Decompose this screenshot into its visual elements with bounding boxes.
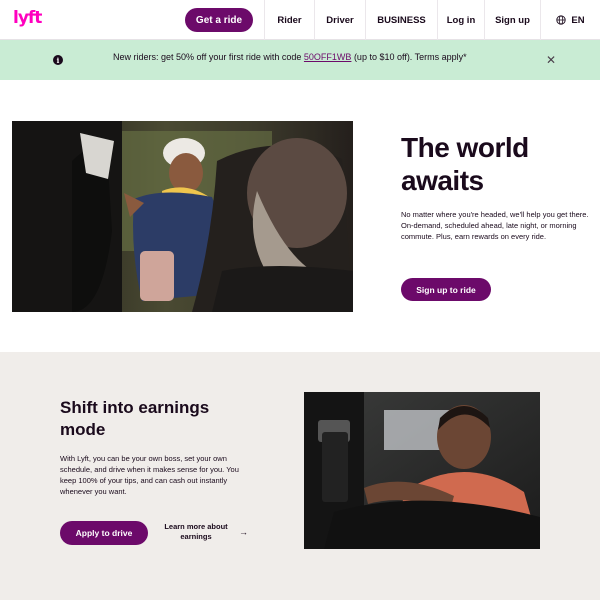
driver-section-description: With Lyft, you can be your own boss, set… xyxy=(60,454,239,496)
nav-business[interactable]: BUSINESS xyxy=(365,0,437,40)
sign-up-to-ride-button[interactable]: Sign up to ride xyxy=(401,278,491,301)
driver-section: Shift into earnings mode With Lyft, you … xyxy=(0,352,600,600)
language-label: EN xyxy=(571,14,585,26)
hero-title: The world awaits xyxy=(401,132,529,196)
nav-log-in[interactable]: Log in xyxy=(437,0,484,40)
promo-text-before: New riders: get 50% off your first ride … xyxy=(113,52,304,62)
globe-icon xyxy=(556,15,567,25)
info-icon: i xyxy=(53,55,63,65)
promo-banner: i New riders: get 50% off your first rid… xyxy=(0,40,600,80)
arrow-right-icon[interactable]: → xyxy=(239,527,248,537)
nav-rider[interactable]: Rider xyxy=(264,0,314,40)
language-selector[interactable]: EN xyxy=(540,0,600,40)
nav-driver[interactable]: Driver xyxy=(314,0,365,40)
promo-text: New riders: get 50% off your first ride … xyxy=(113,52,467,62)
driver-section-title: Shift into earnings mode xyxy=(60,398,210,439)
apply-to-drive-button[interactable]: Apply to drive xyxy=(60,521,148,545)
driver-image-smiling-driver xyxy=(304,392,540,549)
hero-description: No matter where you're headed, we'll hel… xyxy=(401,210,589,241)
promo-text-after: (up to $10 off). Terms apply* xyxy=(351,52,467,62)
nav-sign-up[interactable]: Sign up xyxy=(484,0,540,40)
promo-code-link[interactable]: 50OFF1WB xyxy=(304,52,352,62)
top-navigation: lyft Get a ride Rider Driver BUSINESS Lo… xyxy=(0,0,600,40)
close-icon[interactable]: ✕ xyxy=(546,53,556,67)
learn-more-earnings-link[interactable]: Learn more about earnings xyxy=(158,522,234,542)
lyft-logo[interactable]: lyft xyxy=(13,8,42,28)
hero-image-rider-greeting-driver xyxy=(12,121,353,312)
get-a-ride-button[interactable]: Get a ride xyxy=(185,8,253,32)
nav-links: Rider Driver BUSINESS Log in Sign up EN xyxy=(264,0,600,40)
